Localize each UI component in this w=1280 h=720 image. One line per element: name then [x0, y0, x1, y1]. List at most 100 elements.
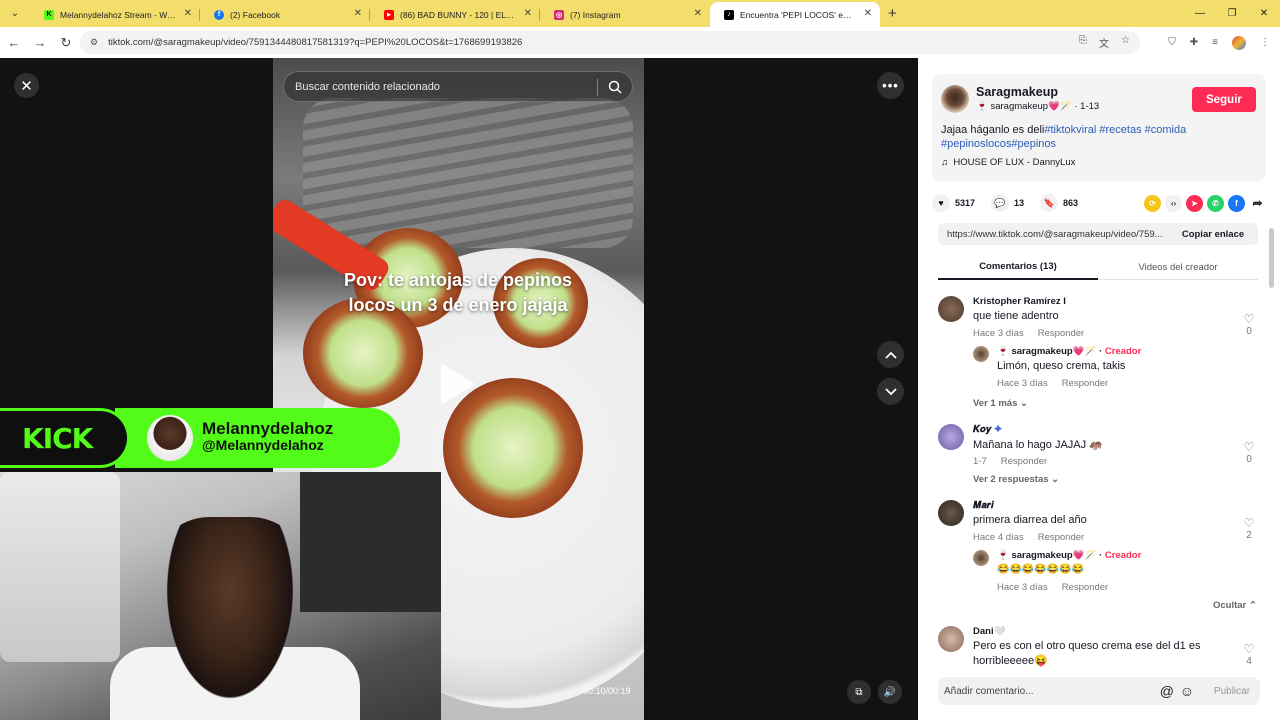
- repost-icon[interactable]: ⟳: [1144, 194, 1161, 212]
- browser-tab-bar: ⌄ K Melannydelahoz Stream - Watc ✕ f (2)…: [0, 0, 1280, 27]
- reload-icon[interactable]: ↻: [54, 31, 78, 55]
- back-icon[interactable]: ←: [2, 31, 26, 55]
- close-tab-icon[interactable]: ✕: [524, 8, 532, 19]
- reply-button[interactable]: Responder: [1001, 456, 1047, 467]
- reply-button[interactable]: Responder: [1038, 328, 1084, 339]
- related-search-input[interactable]: Buscar contenido relacionado: [283, 71, 633, 102]
- hashtag[interactable]: #comida: [1145, 124, 1187, 136]
- address-toolbar: ← → ↻ ⚙ tiktok.com/@saragmakeup/video/75…: [0, 27, 1280, 58]
- close-tab-icon[interactable]: ✕: [184, 8, 192, 19]
- commenter-avatar[interactable]: [938, 424, 964, 450]
- reply-button[interactable]: Responder: [1062, 582, 1108, 593]
- music-link[interactable]: ♫ HOUSE OF LUX - DannyLux: [941, 157, 1075, 168]
- share-options: ⟳ ‹› ➤ ✆ f ➦: [1144, 194, 1266, 212]
- whatsapp-icon[interactable]: ✆: [1207, 194, 1224, 212]
- creator-avatar[interactable]: [941, 85, 969, 113]
- send-icon[interactable]: ➤: [1186, 194, 1203, 212]
- bookmark-icon: 🔖: [1040, 194, 1059, 212]
- minimize-icon[interactable]: —: [1184, 0, 1216, 27]
- tab-creator-videos[interactable]: Videos del creador: [1098, 254, 1258, 280]
- forward-icon[interactable]: →: [28, 31, 52, 55]
- commenter-avatar[interactable]: [938, 626, 964, 652]
- kick-favicon-icon: K: [44, 9, 54, 20]
- creator-username[interactable]: Saragmakeup: [976, 85, 1058, 99]
- commenter-avatar[interactable]: [938, 296, 964, 322]
- webcam-overlay: [0, 472, 441, 720]
- close-icon[interactable]: ✕: [14, 73, 39, 98]
- mention-icon[interactable]: @: [1160, 683, 1174, 699]
- close-tab-icon[interactable]: ✕: [864, 8, 872, 19]
- copy-link-button[interactable]: Copiar enlace: [1168, 223, 1258, 245]
- creator-avatar[interactable]: [973, 346, 989, 362]
- site-info-icon[interactable]: ⚙: [90, 37, 98, 48]
- search-icon[interactable]: [607, 79, 623, 95]
- share-link-field[interactable]: https://www.tiktok.com/@saragmakeup/vide…: [938, 223, 1258, 245]
- streamer-name-plate: Melannydelahoz @Melannydelahoz: [115, 408, 400, 468]
- browser-tab-facebook[interactable]: f (2) Facebook ✕: [200, 2, 370, 27]
- install-app-icon[interactable]: ⎘: [1079, 35, 1087, 50]
- new-tab-button[interactable]: +: [888, 5, 897, 22]
- profile-avatar[interactable]: [1232, 35, 1246, 50]
- picture-in-picture-icon[interactable]: ⧉: [847, 680, 871, 704]
- embed-icon[interactable]: ‹›: [1165, 194, 1182, 212]
- tiktok-favicon-icon: ♪: [724, 9, 734, 20]
- comment-button[interactable]: 💬 13: [991, 194, 1024, 212]
- heart-icon: ♡: [1243, 516, 1255, 530]
- follow-button[interactable]: Seguir: [1192, 87, 1256, 112]
- creator-subline: 🍷 saragmakeup💗🪄 · 1-13: [976, 101, 1100, 112]
- comment-item: Kristopher Ramírez I que tiene adentro H…: [938, 296, 1278, 346]
- save-button[interactable]: 🔖 863: [1040, 194, 1078, 212]
- hashtag[interactable]: #tiktokviral: [1044, 124, 1096, 136]
- close-tab-icon[interactable]: ✕: [354, 8, 362, 19]
- browser-tab-instagram[interactable]: ◎ (7) Instagram ✕: [540, 2, 710, 27]
- comments-scrollbar[interactable]: [1269, 228, 1274, 288]
- creator-avatar[interactable]: [973, 550, 989, 566]
- hashtag[interactable]: #pepinos: [1011, 138, 1056, 150]
- post-info-card: Saragmakeup 🍷 saragmakeup💗🪄 · 1-13 Segui…: [932, 74, 1266, 181]
- hashtag[interactable]: #recetas: [1099, 124, 1141, 136]
- close-tab-icon[interactable]: ✕: [694, 8, 702, 19]
- view-more-replies[interactable]: Ver 1 más ⌄: [973, 398, 1028, 409]
- chevron-up-icon[interactable]: [877, 341, 904, 368]
- browser-tab-youtube[interactable]: ▶ (86) BAD BUNNY - 120 | EL ÚLT ✕: [370, 2, 540, 27]
- more-options-icon[interactable]: •••: [877, 72, 904, 99]
- browser-tab-tiktok[interactable]: ♪ Encuentra 'PEPI LOCOS' en TikT ✕: [710, 2, 880, 27]
- translate-icon[interactable]: 文: [1099, 35, 1109, 50]
- engagement-bar: ♥ 5317 💬 13 🔖 863 ⟳ ‹› ➤ ✆ f ➦: [932, 193, 1266, 213]
- kick-stream-banner: Melannydelahoz @Melannydelahoz KICK: [0, 408, 400, 468]
- reply-button[interactable]: Responder: [1062, 378, 1108, 389]
- bookmark-star-icon[interactable]: ☆: [1121, 35, 1130, 50]
- publish-button[interactable]: Publicar: [1204, 677, 1260, 705]
- restore-icon[interactable]: ❐: [1216, 0, 1248, 27]
- close-window-icon[interactable]: ✕: [1248, 0, 1280, 27]
- post-date: 1-13: [1080, 101, 1100, 112]
- volume-icon[interactable]: 🔊: [878, 680, 902, 704]
- media-control-icon[interactable]: ≡: [1212, 37, 1218, 48]
- play-icon[interactable]: [441, 363, 475, 405]
- comment-like-button[interactable]: ♡ 2: [1240, 516, 1258, 541]
- share-arrow-icon[interactable]: ➦: [1249, 194, 1266, 212]
- tab-search-button[interactable]: ⌄: [4, 3, 26, 23]
- heart-icon: ♡: [1243, 642, 1255, 656]
- facebook-icon[interactable]: f: [1228, 194, 1245, 212]
- comment-like-button[interactable]: ♡ 0: [1240, 440, 1258, 465]
- hide-replies[interactable]: Ocultar ⌃: [1213, 600, 1257, 611]
- reply-button[interactable]: Responder: [1038, 532, 1084, 543]
- emoji-icon[interactable]: ☺: [1180, 683, 1194, 699]
- view-more-replies[interactable]: Ver 2 respuestas ⌄: [973, 474, 1059, 485]
- url-bar[interactable]: ⚙ tiktok.com/@saragmakeup/video/75913444…: [80, 31, 1140, 54]
- video-timecode: 00:10/00:19: [583, 686, 631, 696]
- browser-menu-icon[interactable]: ⋮: [1260, 37, 1270, 48]
- extensions-icon[interactable]: ✚: [1190, 37, 1198, 48]
- comment-like-button[interactable]: ♡ 4: [1240, 642, 1258, 667]
- chevron-down-icon[interactable]: [877, 378, 904, 405]
- shield-icon[interactable]: ⛉: [1168, 37, 1176, 48]
- tab-comments[interactable]: Comentarios (13): [938, 254, 1098, 280]
- like-button[interactable]: ♥ 5317: [932, 194, 975, 212]
- wand-icon: 🍷: [976, 101, 988, 112]
- browser-tab-kick[interactable]: K Melannydelahoz Stream - Watc ✕: [30, 2, 200, 27]
- comment-like-button[interactable]: ♡ 0: [1240, 312, 1258, 337]
- hashtag[interactable]: #pepinoslocos: [941, 138, 1011, 150]
- commenter-avatar[interactable]: [938, 500, 964, 526]
- comment-input[interactable]: Añadir comentario... @ ☺ Publicar: [938, 677, 1260, 705]
